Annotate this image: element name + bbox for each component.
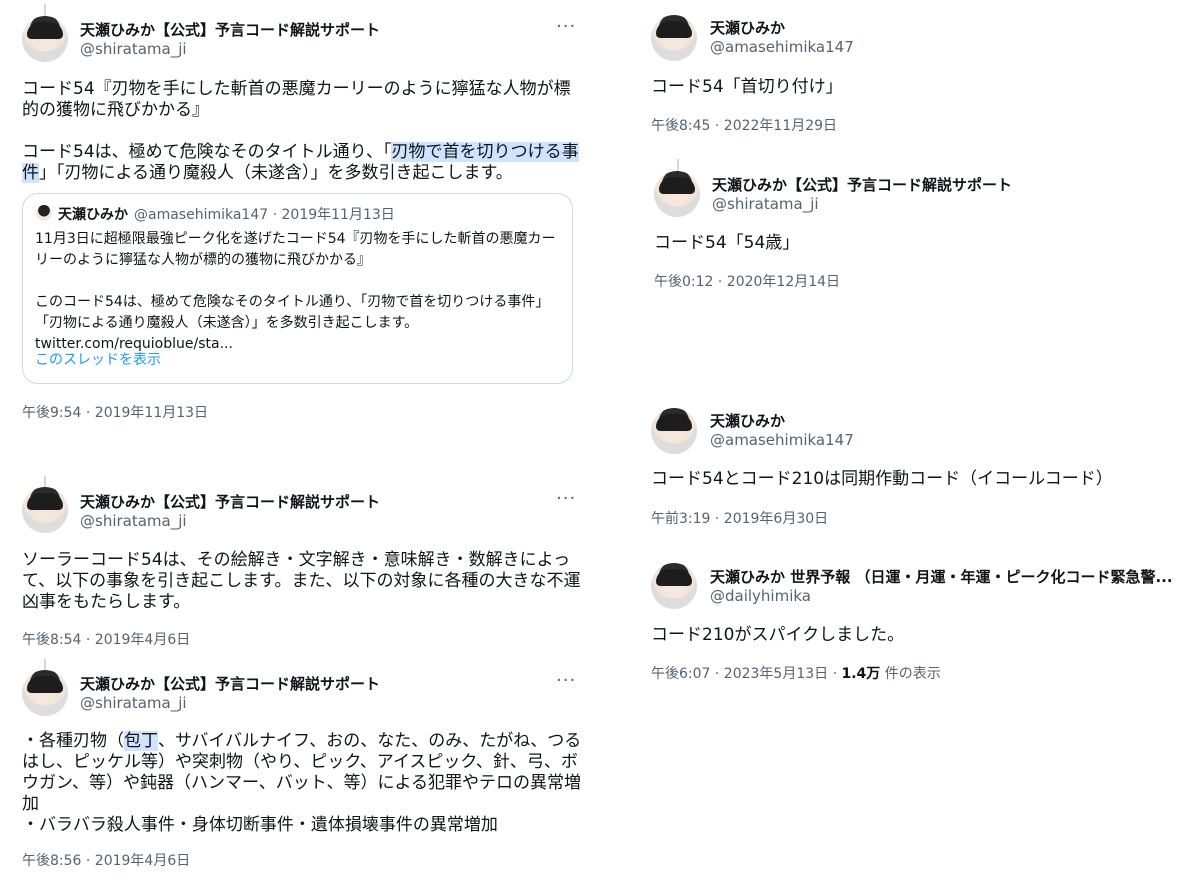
view-count: 1.4万	[841, 666, 881, 682]
display-name[interactable]: 天瀬ひみか【公式】予言コード解説サポート	[80, 491, 380, 512]
timestamp-views[interactable]: 午後6:07 · 2023年5月13日 · 1.4万 件の表示	[651, 663, 941, 683]
tweet-text: コード54とコード210は同期作動コード（イコールコード）	[651, 469, 1113, 489]
display-name[interactable]: 天瀬ひみか	[710, 410, 785, 431]
quote-avatar	[36, 205, 52, 221]
avatar[interactable]	[22, 16, 68, 62]
display-name[interactable]: 天瀬ひみか【公式】予言コード解説サポート	[80, 19, 380, 40]
handle[interactable]: @shiratama_ji	[80, 512, 187, 530]
quote-display-name: 天瀬ひみか	[58, 207, 128, 223]
more-options-icon[interactable]: ···	[556, 670, 576, 691]
timestamp[interactable]: 午後6:07 · 2023年5月13日 ·	[651, 666, 842, 682]
more-options-icon[interactable]: ···	[556, 16, 576, 37]
highlighted-text: 件	[22, 163, 39, 183]
handle[interactable]: @amasehimika147	[710, 431, 854, 449]
more-options-icon[interactable]: ···	[556, 488, 576, 509]
show-thread-link[interactable]: このスレッドを表示	[35, 349, 161, 369]
tweet-text-part: ・各種刃物（	[22, 731, 124, 751]
handle[interactable]: @shiratama_ji	[712, 195, 819, 213]
quote-handle-date: @amasehimika147 · 2019年11月13日	[134, 207, 395, 223]
tweet-text: コード210がスパイクしました。	[651, 625, 905, 645]
view-label: 件の表示	[880, 666, 941, 682]
timestamp[interactable]: 午後9:54 · 2019年11月13日	[22, 402, 208, 422]
display-name[interactable]: 天瀬ひみか【公式】予言コード解説サポート	[80, 673, 380, 694]
quoted-tweet[interactable]: 天瀬ひみか @amasehimika147 · 2019年11月13日 11月3…	[22, 193, 573, 384]
timestamp[interactable]: 午後0:12 · 2020年12月14日	[654, 271, 840, 291]
tweet-text: コード54「首切り付け」	[651, 77, 843, 97]
highlighted-text: 刃物で首を切りつける事	[391, 142, 579, 162]
handle[interactable]: @amasehimika147	[710, 38, 854, 56]
display-name[interactable]: 天瀬ひみか【公式】予言コード解説サポート	[712, 174, 1012, 195]
avatar[interactable]	[651, 15, 697, 61]
avatar[interactable]	[651, 563, 697, 609]
handle[interactable]: @dailyhimika	[710, 587, 811, 605]
timestamp[interactable]: 午前3:19 · 2019年6月30日	[651, 508, 828, 528]
display-name[interactable]: 天瀬ひみか 世界予報 （日運・月運・年運・ピーク化コード緊急警...	[710, 566, 1173, 587]
avatar[interactable]	[22, 487, 68, 533]
timestamp[interactable]: 午後8:45 · 2022年11月29日	[651, 115, 837, 135]
handle[interactable]: @shiratama_ji	[80, 40, 187, 58]
timestamp[interactable]: 午後8:56 · 2019年4月6日	[22, 850, 190, 870]
timestamp[interactable]: 午後8:54 · 2019年4月6日	[22, 629, 190, 649]
tweet-text: コード54『刃物を手にした斬首の悪魔カーリーのように獰猛な人物が標的の獲物に飛び…	[22, 79, 582, 184]
tweet-text: コード54「54歳」	[654, 233, 800, 253]
display-name[interactable]: 天瀬ひみか	[710, 17, 785, 38]
avatar[interactable]	[22, 670, 68, 716]
quote-text: 11月3日に超極限最強ピーク化を遂げたコード54『刃物を手にした斬首の悪魔カーリ…	[35, 231, 556, 352]
tweet-text: ソーラーコード54は、その絵解き・文字解き・意味解き・数解きによって、以下の事象…	[22, 550, 581, 612]
handle[interactable]: @shiratama_ji	[80, 694, 187, 712]
thread-line	[44, 4, 46, 16]
tweet-text-part: 」「刃物による通り魔殺人（未遂含）」を多数引き起こします。	[39, 163, 513, 183]
highlighted-text: 包丁	[124, 731, 158, 751]
thread-line	[677, 159, 679, 171]
avatar[interactable]	[654, 171, 700, 217]
avatar[interactable]	[651, 408, 697, 454]
tweet-text: ・各種刃物（包丁、サバイバルナイフ、おの、なた、のみ、たがね、つるはし、ピッケル…	[22, 731, 582, 836]
